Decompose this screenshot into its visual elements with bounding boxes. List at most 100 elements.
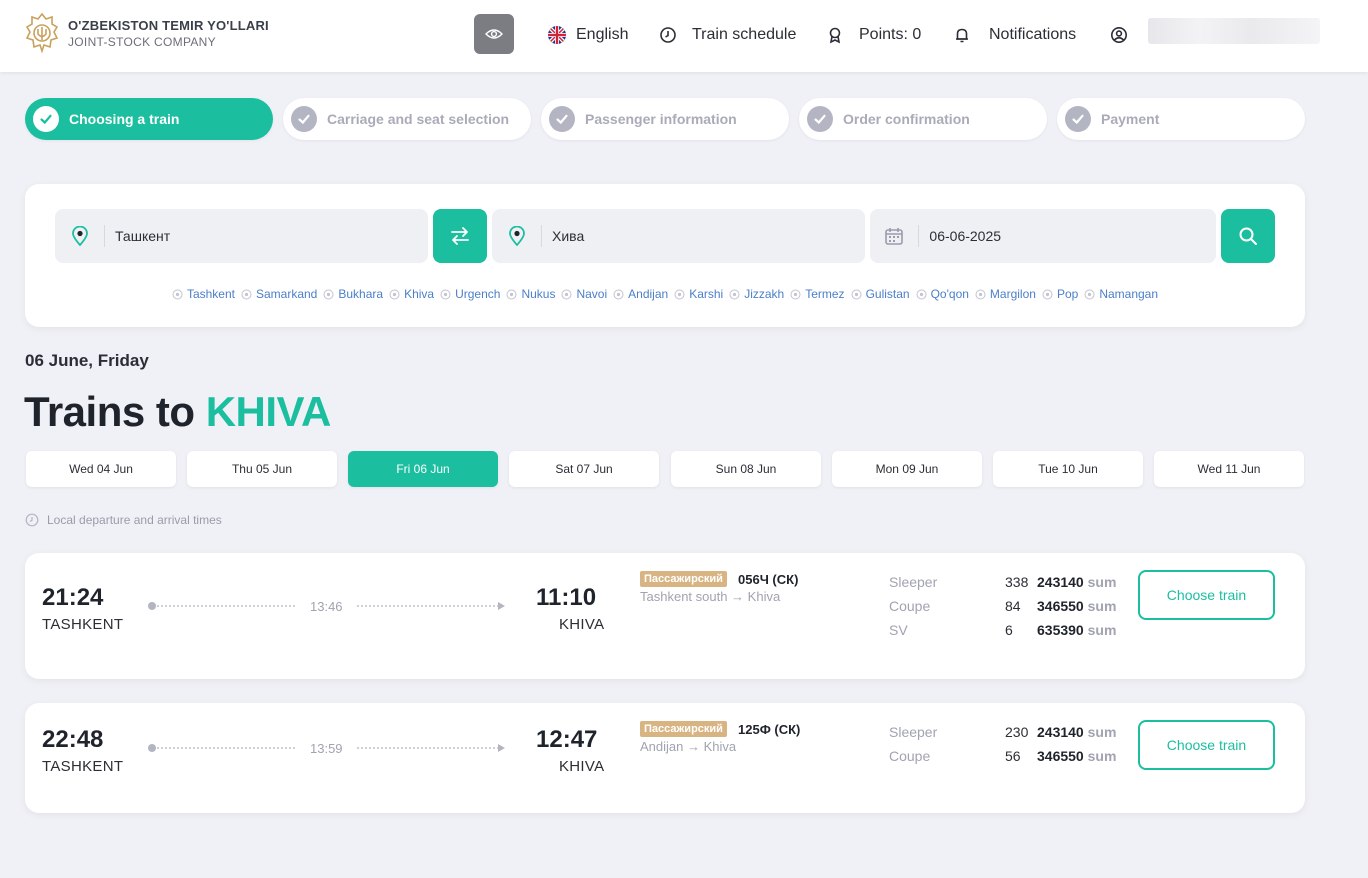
city-link[interactable]: Pop (1042, 287, 1078, 301)
city-link[interactable]: Nukus (506, 287, 555, 301)
city-link[interactable]: Qo'qon (916, 287, 969, 301)
from-station-input[interactable] (105, 228, 405, 244)
train-category-badge: Пассажирский (640, 721, 727, 737)
choose-train-button[interactable]: Choose train (1138, 570, 1275, 620)
location-pin-icon (729, 289, 740, 299)
city-link-label: Gulistan (865, 287, 910, 301)
location-pin-icon (55, 225, 105, 247)
location-pin-icon (172, 289, 183, 299)
city-link[interactable]: Namangan (1084, 287, 1158, 301)
city-link-label: Nukus (521, 287, 556, 301)
departure-time: 21:24 (42, 584, 104, 611)
arrival-time: 12:47 (536, 726, 598, 753)
to-station-field[interactable] (492, 209, 865, 263)
seat-price: 346550 (1037, 598, 1084, 614)
step-label: Order confirmation (843, 111, 970, 127)
step-choosing-train[interactable]: Choosing a train (25, 98, 273, 140)
train-schedule-link[interactable]: Train schedule (659, 24, 796, 46)
day-tab[interactable]: Mon 09 Jun (832, 451, 982, 487)
city-link[interactable]: Termez (790, 287, 845, 301)
day-tab[interactable]: Wed 11 Jun (1154, 451, 1304, 487)
day-tab[interactable]: Thu 05 Jun (187, 451, 337, 487)
points-link[interactable]: Points: 0 (826, 24, 921, 46)
user-name-blurred[interactable] (1148, 18, 1320, 44)
clock-icon (660, 27, 676, 43)
day-tab[interactable]: Wed 04 Jun (26, 451, 176, 487)
city-link-label: Termez (805, 287, 845, 301)
clock-icon (25, 513, 39, 527)
to-station-input[interactable] (542, 228, 842, 244)
search-card: Tashkent Samarkand Bukhara Khiva Urgench Nuku… (25, 184, 1305, 327)
location-pin-icon (1084, 289, 1095, 299)
train-number: 056Ч (СК) (738, 572, 799, 587)
city-link[interactable]: Jizzakh (729, 287, 784, 301)
language-selector[interactable]: English (548, 24, 628, 46)
choose-train-button[interactable]: Choose train (1138, 720, 1275, 770)
city-link[interactable]: Bukhara (323, 287, 383, 301)
seat-class-row: Coupe 56 346550 sum (889, 748, 1119, 768)
notifications-link[interactable]: Notifications (953, 24, 1076, 46)
city-link[interactable]: Urgench (440, 287, 500, 301)
award-icon (829, 27, 841, 44)
city-link[interactable]: Samarkand (241, 287, 317, 301)
step-label: Carriage and seat selection (327, 111, 510, 127)
step-order-confirmation[interactable]: Order confirmation (799, 98, 1047, 140)
seat-price: 635390 (1037, 622, 1084, 638)
date-input[interactable] (919, 228, 1216, 244)
location-pin-icon (506, 289, 517, 299)
step-carriage-seat[interactable]: Carriage and seat selection (283, 98, 531, 140)
arrival-time: 11:10 (536, 584, 597, 611)
location-pin-icon (916, 289, 927, 299)
seat-price: 243140 (1037, 574, 1084, 590)
swap-stations-button[interactable] (433, 209, 487, 263)
from-station-field[interactable] (55, 209, 428, 263)
arrival-city: KHIVA (559, 758, 605, 775)
date-field[interactable] (870, 209, 1216, 263)
location-pin-icon (975, 289, 986, 299)
train-route: Andijan → Khiva (640, 739, 737, 754)
uk-flag-icon (548, 26, 566, 44)
step-passenger-info[interactable]: Passenger information (541, 98, 789, 140)
location-pin-icon (389, 289, 400, 299)
day-tab[interactable]: Sat 07 Jun (509, 451, 659, 487)
location-pin-icon (1042, 289, 1053, 299)
accessibility-eye-button[interactable] (474, 14, 514, 54)
city-link-label: Khiva (404, 287, 435, 301)
location-pin-icon (241, 289, 252, 299)
city-link[interactable]: Andijan (613, 287, 668, 301)
seat-type: Sleeper (889, 724, 938, 740)
selected-date-title: 06 June, Friday (25, 351, 149, 370)
top-header: O'ZBEKISTON TEMIR YO'LLARI JOINT-STOCK C… (0, 0, 1368, 72)
day-tab-selected[interactable]: Fri 06 Jun (348, 451, 498, 487)
user-profile-button[interactable] (1110, 24, 1138, 46)
city-link[interactable]: Gulistan (851, 287, 910, 301)
search-icon (1239, 227, 1257, 245)
departure-city: TASHKENT (42, 616, 124, 633)
search-button[interactable] (1221, 209, 1275, 263)
language-label: English (576, 26, 629, 43)
company-logo[interactable] (24, 10, 60, 58)
check-circle-icon (549, 106, 575, 132)
notifications-label: Notifications (989, 26, 1077, 43)
brand-title: O'ZBEKISTON TEMIR YO'LLARI (68, 18, 269, 33)
city-link[interactable]: Tashkent (172, 287, 235, 301)
check-circle-icon (33, 106, 59, 132)
city-link-label: Margilon (989, 287, 1036, 301)
city-link-label: Namangan (1099, 287, 1159, 301)
city-link[interactable]: Khiva (389, 287, 434, 301)
step-payment[interactable]: Payment (1057, 98, 1305, 140)
city-link[interactable]: Navoi (561, 287, 607, 301)
calendar-icon (870, 225, 920, 247)
local-times-note: Local departure and arrival times (25, 513, 222, 527)
day-tab[interactable]: Sun 08 Jun (671, 451, 821, 487)
seat-price: 243140 (1037, 724, 1084, 740)
city-link[interactable]: Margilon (975, 287, 1036, 301)
seat-count: 56 (1005, 748, 1021, 764)
train-schedule-label: Train schedule (692, 26, 797, 43)
city-link[interactable]: Karshi (674, 287, 723, 301)
arrival-city: KHIVA (559, 616, 605, 633)
day-tab[interactable]: Tue 10 Jun (993, 451, 1143, 487)
seat-count: 230 (1005, 724, 1029, 740)
seat-count: 84 (1005, 598, 1021, 614)
seat-class-row: Sleeper 230 243140 sum (889, 724, 1119, 744)
